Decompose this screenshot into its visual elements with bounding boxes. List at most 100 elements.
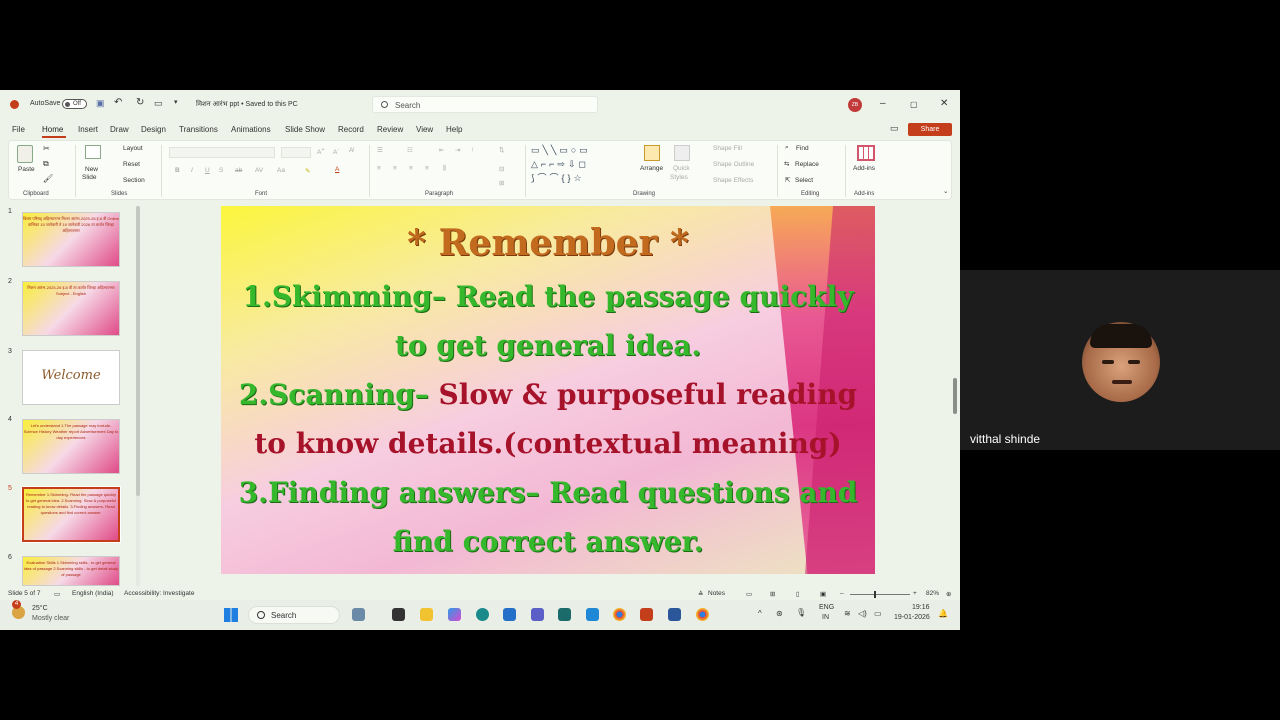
volume-icon[interactable]: ◁)	[858, 609, 867, 618]
accessibility-status[interactable]: Accessibility: Investigate	[124, 590, 194, 597]
tab-record[interactable]: Record	[338, 125, 364, 134]
taskbar-search[interactable]: Search	[248, 606, 340, 624]
highlight-icon[interactable]: ✎	[305, 167, 310, 175]
new-slide-icon[interactable]	[85, 145, 101, 159]
align-text-icon[interactable]: ⊟	[499, 165, 504, 173]
battery-icon[interactable]: ▭	[874, 609, 882, 618]
slide-canvas[interactable]: * Remember * 1.Skimming– Read the passag…	[221, 206, 875, 574]
shape-fill-button[interactable]: Shape Fill	[713, 145, 742, 152]
paste-button[interactable]: Paste	[18, 166, 35, 173]
shape-effects-button[interactable]: Shape Effects	[713, 177, 753, 184]
maximize-icon[interactable]: ▢	[910, 100, 918, 109]
fit-slide-icon[interactable]: ⊕	[946, 590, 951, 598]
bullets-icon[interactable]: ☰	[377, 146, 383, 154]
copilot-icon[interactable]	[448, 608, 461, 621]
font-size-increase-icon[interactable]: A+	[317, 147, 325, 156]
font-name-dropdown[interactable]	[169, 147, 275, 158]
align-left-icon[interactable]: ≡	[377, 165, 381, 172]
char-spacing-icon[interactable]: AV	[255, 167, 263, 174]
select-button[interactable]: Select	[795, 177, 813, 184]
file-explorer-icon[interactable]	[420, 608, 433, 621]
task-view-icon[interactable]	[392, 608, 405, 621]
tab-design[interactable]: Design	[141, 125, 166, 134]
replace-button[interactable]: Replace	[795, 161, 819, 168]
zoom-out-icon[interactable]: –	[840, 590, 844, 597]
arrange-button[interactable]: Arrange	[640, 165, 663, 172]
network-app-icon[interactable]: ⊛	[776, 609, 783, 618]
slide-point-2[interactable]: 2.Scanning– Slow & purposeful reading	[221, 378, 875, 411]
zoom-in-icon[interactable]: +	[913, 590, 917, 597]
zoom-level[interactable]: 82%	[926, 590, 939, 597]
slideshow-icon[interactable]: ▣	[820, 590, 826, 598]
shadow-icon[interactable]: S	[219, 167, 223, 174]
tab-animations[interactable]: Animations	[231, 125, 271, 134]
powerpoint-taskbar-icon[interactable]	[640, 608, 653, 621]
teams-icon[interactable]	[531, 608, 544, 621]
scrollbar-thumb[interactable]	[953, 378, 957, 414]
zoom-slider[interactable]	[850, 591, 910, 598]
thumbnails-scrollbar[interactable]	[136, 206, 140, 586]
slide-thumbnail[interactable]: मिशन आरंभ-2025-26 इ.8 वी ता.कर्जत जिल्हा…	[22, 281, 120, 336]
tab-review[interactable]: Review	[377, 125, 403, 134]
justify-icon[interactable]: ≡	[425, 165, 429, 172]
undo-icon[interactable]: ↶	[114, 97, 122, 108]
reset-button[interactable]: Reset	[123, 161, 140, 168]
save-icon[interactable]: ▣	[96, 98, 105, 109]
slide-point-1[interactable]: 1.Skimming– Read the passage quickly	[221, 280, 875, 313]
notifications-bell-icon[interactable]: 🔔	[938, 609, 948, 618]
tab-home[interactable]: Home	[42, 125, 63, 134]
clear-formatting-icon[interactable]: A̸	[349, 147, 353, 154]
tab-help[interactable]: Help	[446, 125, 462, 134]
slide-point-3[interactable]: 3.Finding answers– Read questions and	[221, 476, 875, 509]
tab-view[interactable]: View	[416, 125, 433, 134]
chevron-up-icon[interactable]: ^	[758, 609, 762, 618]
customize-quick-access-icon[interactable]: ▾	[174, 98, 178, 106]
normal-view-icon[interactable]: ▭	[746, 590, 752, 598]
slide-thumbnail-selected[interactable]: Remember 1.Skimming- Read the passage qu…	[21, 486, 121, 543]
quick-styles-icon[interactable]	[674, 145, 690, 161]
app-l-icon[interactable]	[586, 608, 599, 621]
underline-icon[interactable]: U	[205, 167, 210, 174]
tab-draw[interactable]: Draw	[110, 125, 129, 134]
font-size-dropdown[interactable]	[281, 147, 311, 158]
reading-view-icon[interactable]: ▯	[796, 590, 800, 598]
tab-insert[interactable]: Insert	[78, 125, 98, 134]
shapes-gallery[interactable]: ▭╲╲▭○▭ △⌐⌐⇨⇩◻ ⟆⌒⌒{}☆	[531, 143, 629, 187]
redo-icon[interactable]: ↻	[136, 97, 144, 108]
format-painter-icon[interactable]: 🖌	[43, 174, 53, 183]
point-2-text-cont[interactable]: to know details.(contextual meaning)	[221, 427, 875, 460]
point-3-text-cont[interactable]: find correct answer.	[221, 525, 875, 558]
layout-button[interactable]: Layout	[123, 145, 143, 152]
word-icon[interactable]	[668, 608, 681, 621]
strikethrough-icon[interactable]: ab	[235, 167, 242, 174]
slideshow-start-icon[interactable]: ▭	[154, 98, 163, 109]
add-ins-icon[interactable]	[857, 145, 875, 161]
copy-icon[interactable]: ⧉	[43, 159, 49, 169]
slide-thumbnail[interactable]: Let's understand 1.The passage may inclu…	[22, 419, 120, 474]
edge-icon[interactable]	[476, 608, 489, 621]
section-button[interactable]: Section	[123, 177, 145, 184]
slide-thumbnail[interactable]: Evaluation Skills 1.Skimming skills - to…	[22, 556, 120, 586]
text-direction-icon[interactable]: ⇅	[499, 146, 504, 154]
smartart-icon[interactable]: ⊞	[499, 179, 504, 187]
new-slide-button[interactable]: New	[85, 166, 98, 173]
search-input[interactable]: Search	[372, 96, 598, 113]
line-spacing-icon[interactable]: ↕	[471, 146, 474, 153]
cut-icon[interactable]: ✂	[43, 144, 50, 153]
italic-icon[interactable]: I	[191, 167, 193, 174]
zoom-slider-thumb[interactable]	[874, 591, 876, 598]
temperature[interactable]: 25°C	[32, 605, 48, 612]
scrollbar-thumb[interactable]	[136, 206, 140, 496]
slide-title[interactable]: * Remember *	[221, 222, 875, 264]
clock-time[interactable]: 19:16	[912, 604, 930, 611]
change-case-icon[interactable]: Aa	[277, 167, 285, 174]
minimize-icon[interactable]: –	[880, 98, 886, 109]
decrease-indent-icon[interactable]: ⇤	[439, 146, 444, 154]
autosave-toggle[interactable]: Off	[62, 99, 87, 109]
participant-video-tile[interactable]: vitthal shinde	[960, 270, 1280, 450]
arrange-icon[interactable]	[644, 145, 660, 161]
share-button[interactable]: Share	[908, 123, 952, 136]
language-code[interactable]: ENG	[819, 604, 834, 611]
slide-thumbnail[interactable]: Welcome	[22, 350, 120, 405]
columns-icon[interactable]: ⫼	[443, 165, 446, 173]
